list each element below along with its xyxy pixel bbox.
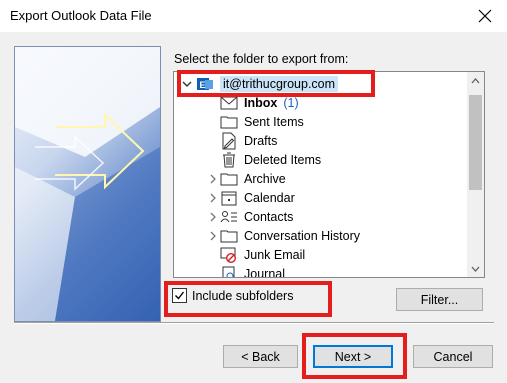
divider [14, 322, 494, 324]
tree-item-label: Sent Items [244, 114, 304, 129]
chevron-down-icon[interactable] [180, 74, 194, 93]
checkmark-icon [175, 291, 185, 300]
calendar-icon [220, 189, 238, 207]
tree-item-label: Archive [244, 171, 286, 186]
tree-item-sent-items[interactable]: Sent Items [206, 112, 484, 131]
tree-item-inbox[interactable]: Inbox (1) [206, 93, 484, 112]
folder-prompt: Select the folder to export from: [174, 52, 349, 66]
close-icon [478, 9, 492, 23]
close-button[interactable] [463, 0, 507, 32]
window-title: Export Outlook Data File [10, 8, 152, 23]
tree-item-contacts[interactable]: Contacts [206, 207, 484, 226]
tree-item-label: Contacts [244, 209, 294, 224]
folder-tree[interactable]: E it@trithucgroup.com Inbox (1) Sent Ite… [173, 71, 485, 278]
contacts-icon [220, 208, 238, 226]
trash-icon [220, 151, 238, 169]
tree-item-label: Drafts [244, 133, 278, 148]
tree-item-deleted-items[interactable]: Deleted Items [206, 150, 484, 169]
svg-text:E: E [200, 80, 206, 90]
drafts-icon [220, 132, 238, 150]
wizard-banner-image [14, 46, 161, 322]
unread-count: (1) [283, 95, 299, 110]
tree-item-calendar[interactable]: Calendar [206, 188, 484, 207]
include-subfolders-checkbox[interactable]: Include subfolders [172, 288, 293, 303]
exchange-account-icon: E [196, 75, 214, 93]
tree-item-conversation-history[interactable]: Conversation History [206, 226, 484, 245]
folder-icon [220, 170, 238, 188]
vertical-scrollbar[interactable] [467, 72, 484, 277]
tree-account-row[interactable]: E it@trithucgroup.com [180, 74, 470, 93]
tree-item-label: Conversation History [244, 228, 361, 243]
tree-item-drafts[interactable]: Drafts [206, 131, 484, 150]
tree-item-junk-email[interactable]: Junk Email [206, 245, 484, 264]
junk-icon [220, 246, 238, 264]
include-subfolders-label: Include subfolders [192, 288, 294, 303]
tree-item-label: Calendar [244, 190, 295, 205]
checkbox-box[interactable] [172, 288, 187, 303]
tree-item-label: Journal [244, 266, 285, 278]
title-bar: Export Outlook Data File [0, 0, 507, 32]
filter-button[interactable]: Filter... [396, 288, 483, 311]
cancel-button[interactable]: Cancel [413, 345, 493, 368]
scroll-up-icon[interactable] [467, 72, 484, 89]
scrollbar-thumb[interactable] [469, 95, 482, 190]
back-button[interactable]: < Back [223, 345, 298, 368]
chevron-right-icon[interactable] [206, 188, 220, 207]
tree-item-label: Deleted Items [244, 152, 322, 167]
tree-item-label: Junk Email [244, 247, 306, 262]
chevron-right-icon[interactable] [206, 207, 220, 226]
folder-icon [220, 227, 238, 245]
mail-icon [220, 94, 238, 112]
journal-icon [220, 265, 238, 277]
tree-item-archive[interactable]: Archive [206, 169, 484, 188]
tree-item-label: Inbox [244, 95, 278, 110]
folder-icon [220, 113, 238, 131]
account-label: it@trithucgroup.com [220, 75, 339, 92]
tree-item-journal[interactable]: Journal [206, 264, 484, 278]
next-button[interactable]: Next > [313, 345, 393, 368]
chevron-right-icon[interactable] [206, 169, 220, 188]
chevron-right-icon[interactable] [206, 226, 220, 245]
scroll-down-icon[interactable] [467, 260, 484, 277]
